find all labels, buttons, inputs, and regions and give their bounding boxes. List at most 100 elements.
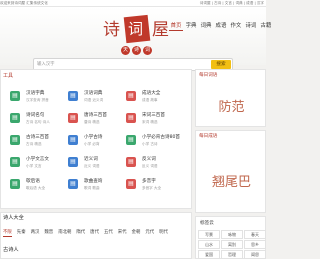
tool-name: 近义词 [84,157,98,162]
dynasty-tab[interactable]: 金朝 [132,229,141,237]
music-icon: ▤ [68,179,78,189]
tag-item[interactable]: 写景 [198,230,220,239]
dynasty-tab[interactable]: 魏晋 [44,229,53,237]
idiom-icon: ▤ [126,91,136,101]
tool-item[interactable]: ▤ 宋词三百首宋词 精选 [126,112,182,134]
tag-item[interactable]: 春天 [244,230,266,239]
nav-item-home[interactable]: 首页 [169,22,183,31]
tag-item[interactable]: 离别 [221,240,243,249]
tool-item[interactable]: ▤ 小学文言文小学 文言 [10,156,66,178]
tool-name: 成语大全 [142,91,161,96]
classical-icon: ▤ [10,157,20,167]
tool-name: 多音字 [142,179,156,184]
dictionary-icon: ▤ [10,91,20,101]
tool-item[interactable]: ▤ 汉语字典 汉字查询 拼音 [10,90,66,112]
tag-item[interactable]: 山水 [198,240,220,249]
poets-subheading: 古诗人 [3,247,19,253]
antonym-icon: ▤ [126,157,136,167]
tool-name: 小学必背古诗80首 [142,135,181,140]
quick-links[interactable]: 诗词屋 | 古诗 | 文言 | 词典 | 成语 | 汉字 [200,0,264,7]
song-icon: ▤ [126,113,136,123]
daily-idiom-card[interactable]: 每日成语 翘尾巴 [195,130,266,213]
poets-heading: 诗人大全 [3,215,24,221]
dynasty-tab[interactable]: 两汉 [31,229,40,237]
logo-sub-char: 天 [121,46,130,55]
tool-name: 小学文言文 [26,157,49,162]
tool-item[interactable]: ▤ 多音字 多音字 大全 [126,178,182,200]
logo-char-2: 词 [128,20,144,38]
dynasty-tabs: 不限 先秦 两汉 魏晋 南北朝 隋代 唐代 五代 宋代 金朝 元代 明代 [3,229,168,237]
dynasty-tab[interactable]: 宋代 [118,229,127,237]
tag-item[interactable]: 闺怨 [244,250,266,259]
search-input[interactable] [35,60,210,69]
nav-item-cidian[interactable]: 词典 [199,22,213,31]
school-icon: ▤ [68,135,78,145]
tool-desc: 小学 必背 [84,142,100,146]
dynasty-tab[interactable]: 明代 [159,229,168,237]
tool-desc: 词语 近义词 [84,98,104,102]
tool-name: 唐诗三百首 [84,113,107,118]
tool-item[interactable]: ▤ 小学必背古诗80首 小学 古诗 [126,134,182,156]
tool-desc: 小学 文言 [26,164,42,168]
tag-item[interactable]: 哲理 [221,250,243,259]
tool-item[interactable]: ▤ 古诗三百首古诗 精选 [10,134,66,156]
nav-item-zidian[interactable]: 字典 [184,22,198,31]
tool-item[interactable]: ▤ 汉语词典 词语 近义词 [68,90,124,112]
tool-name: 小学古诗 [84,135,103,140]
header: 诗 词 屋 天 诗 词 首页 字典 词典 成语 作文 诗词 古籍 搜索 [0,7,271,71]
search-button[interactable]: 搜索 [211,60,231,69]
tool-desc: 古诗 精选 [26,142,42,146]
tools-section-title: 工具 [3,73,14,79]
tool-item[interactable]: ▤ 小学古诗小学 必背 [68,134,124,156]
tool-desc: 宋词 精选 [142,120,158,124]
tool-name: 汉语词典 [84,91,103,96]
nav-item-guji[interactable]: 古籍 [259,22,273,31]
tool-name: 汉语字典 [26,91,45,96]
ancient-icon: ▤ [10,135,20,145]
daily-idiom[interactable]: 翘尾巴 [196,171,267,190]
tag-cloud: 标签云 写景 咏物 春天 山水 离别 思乡 爱国 哲理 闺怨 [195,216,266,259]
poets-section: 诗人大全 不限 先秦 两汉 魏晋 南北朝 隋代 唐代 五代 宋代 金朝 元代 明代 古诗人 [0,212,192,259]
dynasty-tab[interactable]: 元代 [145,229,154,237]
tool-desc: 近义 词语 [84,164,100,168]
dynasty-tab[interactable]: 隋代 [76,229,85,237]
tool-item[interactable]: ▤ 近义词 近义 词语 [68,156,124,178]
logo-sub-char: 诗 [132,46,141,55]
daily-word-title: 每日词语 [199,73,218,78]
daily-word-card[interactable]: 每日词语 防范 [195,69,266,127]
tool-item[interactable]: ▤ 诗词名句 古诗 名句 诗人 [10,112,66,134]
tool-desc: 小学 古诗 [142,142,158,146]
tool-name: 反义词 [142,157,156,162]
nav-item-chengyu[interactable]: 成语 [214,22,228,31]
tool-desc: 反义 词语 [142,164,158,168]
dynasty-tab[interactable]: 不限 [3,229,12,237]
polyphone-icon: ▤ [126,179,136,189]
tool-item[interactable]: ▤ 成语大全成语 故事 [126,90,182,112]
tag-item[interactable]: 爱国 [198,250,220,259]
dynasty-tab[interactable]: 五代 [104,229,113,237]
nav-item-zuowen[interactable]: 作文 [229,22,243,31]
tool-name: 歌曲查询 [84,179,103,184]
nav-item-shici[interactable]: 诗词 [244,22,258,31]
tool-desc: 成语 故事 [142,98,158,102]
dynasty-tab[interactable]: 唐代 [90,229,99,237]
tool-item[interactable]: ▤ 反义词反义 词语 [126,156,182,178]
tag-item[interactable]: 思乡 [244,240,266,249]
tool-name: 宋词三百首 [142,113,165,118]
logo-sub-char: 词 [143,46,152,55]
tool-desc: 歇后语 大全 [26,186,46,190]
tool-name: 诗词名句 [26,113,45,118]
daily-word[interactable]: 防范 [196,96,267,115]
tool-item[interactable]: ▤ 歇后语 歇后语 大全 [10,178,66,200]
tag-item[interactable]: 咏物 [221,230,243,239]
dynasty-tab[interactable]: 南北朝 [58,229,71,237]
poem-icon: ▤ [10,113,20,123]
dynasty-tab[interactable]: 先秦 [17,229,26,237]
welcome-text: 欢迎来到诗词屋 汇集传统文化 [0,1,48,5]
top-bar: 欢迎来到诗词屋 汇集传统文化 诗词屋 | 古诗 | 文言 | 词典 | 成语 |… [0,0,266,7]
tool-item[interactable]: ▤ 歌曲查询 歌词 歌曲 [68,178,124,200]
tool-item[interactable]: ▤ 唐诗三百首 唐诗 精选 [68,112,124,134]
logo-char-3: 屋 [152,20,169,40]
main-nav: 首页 字典 词典 成语 作文 诗词 古籍 [169,22,273,31]
tool-name: 古诗三百首 [26,135,49,140]
